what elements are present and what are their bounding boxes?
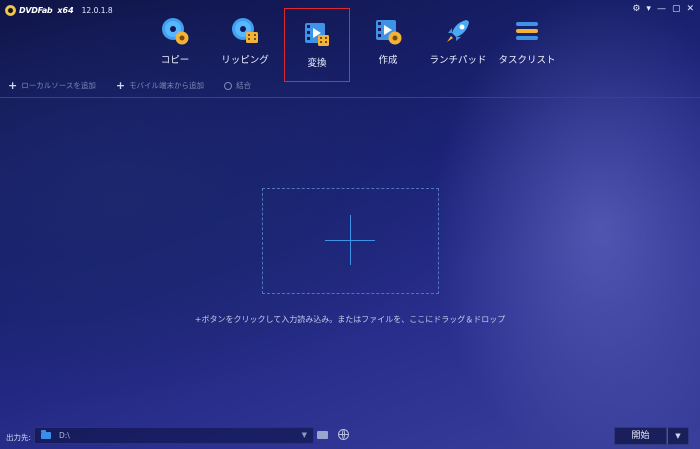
output-path-value: D:\ [59,431,70,440]
nav-convert[interactable]: 変換 [284,8,350,82]
add-plus-icon-vertical[interactable] [350,215,351,265]
add-from-mobile-label: モバイル端末から追加 [129,81,205,90]
settings-icon[interactable]: ⚙ [632,3,640,15]
nav-tasklist[interactable]: タスクリスト [494,6,560,80]
nav-launchpad-label: ランチパッド [429,55,487,66]
divider [0,97,700,98]
nav-tasklist-label: タスクリスト [498,55,556,66]
nav-copy-label: コピー [160,55,190,66]
merge-label: 結合 [236,81,252,90]
merge-button[interactable]: 結合 [224,80,251,91]
app-name: DVDFab [19,6,53,15]
top-bar: DVDFab x64 12.0.1.8 ⚙ ▾ — ▢ ✕ コピー リッピング … [0,0,700,98]
bottom-bar: 出力先: D:\ ▼ 開始 ▼ [0,424,700,449]
nav-create-label: 作成 [378,55,398,66]
app-title: DVDFab x64 12.0.1.8 [5,5,113,16]
chevron-down-icon[interactable]: ▼ [302,431,307,439]
create-disc-icon [373,16,403,46]
maximize-icon[interactable]: ▢ [672,3,681,15]
start-button[interactable]: 開始 [614,427,667,445]
nav-create[interactable]: 作成 [355,6,421,80]
close-icon[interactable]: ✕ [686,3,694,15]
video-convert-icon [302,19,332,49]
task-list-icon [512,16,542,46]
start-options-chevron-icon[interactable]: ▼ [667,427,689,445]
plus-icon: + [8,78,18,92]
add-from-mobile-button[interactable]: + モバイル端末から追加 [116,80,204,91]
plus-icon: + [115,78,126,92]
dvdfab-logo-icon [5,5,16,16]
disc-rip-icon [230,16,260,46]
folder-icon [41,430,51,439]
window-controls: ⚙ ▾ — ▢ ✕ [632,3,694,15]
output-label: 出力先: [6,433,32,442]
drop-hint: +ボタンをクリックして入力読み込み。またはファイルを、ここにドラッグ＆ドロップ [194,315,506,324]
app-version: 12.0.1.8 [81,6,113,15]
source-toolbar: + ローカルソースを追加 + モバイル端末から追加 結合 [8,80,251,91]
disc-copy-icon [160,16,190,46]
nav-ripping-label: リッピング [221,55,269,66]
open-folder-icon[interactable] [317,431,328,439]
nav-copy[interactable]: コピー [142,6,208,80]
add-local-source-label: ローカルソースを追加 [21,81,96,90]
app-arch: x64 [57,6,74,15]
rocket-icon [443,16,473,46]
nav-launchpad[interactable]: ランチパッド [425,6,491,80]
nav-convert-label: 変換 [307,58,327,69]
menu-icon[interactable]: ▾ [646,3,651,15]
minimize-icon[interactable]: — [657,3,666,15]
add-local-source-button[interactable]: + ローカルソースを追加 [8,80,96,91]
output-path-field[interactable]: D:\ ▼ [34,427,314,444]
globe-icon[interactable] [338,429,349,440]
merge-icon [224,81,233,90]
nav-ripping[interactable]: リッピング [212,6,278,80]
